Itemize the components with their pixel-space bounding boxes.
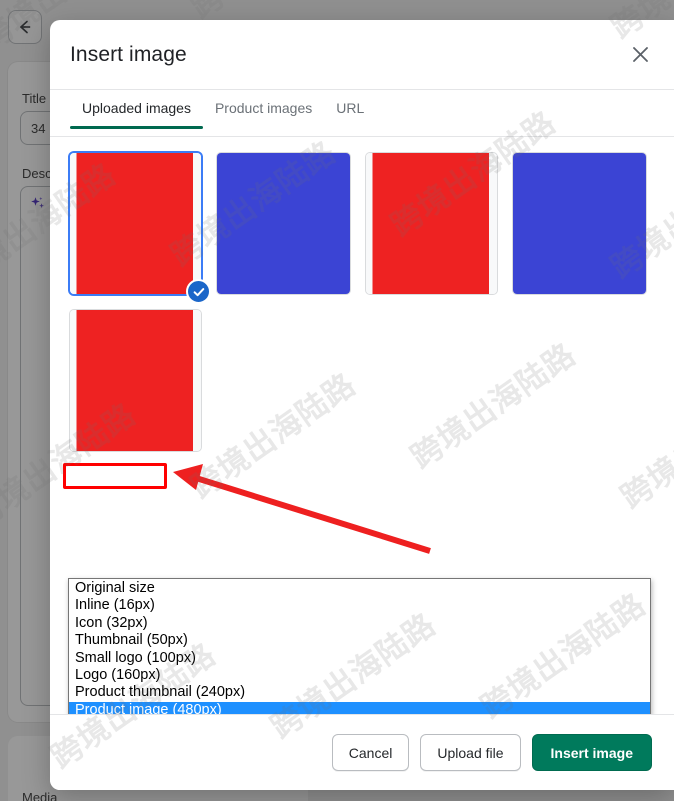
image-gallery xyxy=(50,137,674,452)
thumbnail-1[interactable] xyxy=(69,152,211,304)
tab-uploaded-images[interactable]: Uploaded images xyxy=(70,90,203,129)
thumbnail-2[interactable] xyxy=(216,152,351,295)
thumbnail-4[interactable] xyxy=(512,152,647,295)
dialog-tabs: Uploaded images Product images URL xyxy=(50,90,674,137)
dialog-header: Insert image xyxy=(50,20,674,90)
thumbnail-5[interactable] xyxy=(69,309,202,452)
size-select-dropdown[interactable]: Original size Inline (16px) Icon (32px) … xyxy=(68,578,651,714)
dialog-body: Original size Inline (16px) Icon (32px) … xyxy=(50,137,674,714)
option-product-image-480px[interactable]: Product image (480px) xyxy=(69,701,650,714)
option-original-size[interactable]: Original size xyxy=(69,580,650,597)
dialog-title: Insert image xyxy=(70,42,187,66)
close-button[interactable] xyxy=(622,37,658,73)
screen: Title 34 Desc Media Insert image Uploade… xyxy=(0,0,674,801)
insert-image-button[interactable]: Insert image xyxy=(531,734,652,771)
upload-file-button[interactable]: Upload file xyxy=(420,734,521,771)
option-product-thumbnail-240px[interactable]: Product thumbnail (240px) xyxy=(69,684,650,701)
check-icon xyxy=(193,287,204,296)
check-circle-icon xyxy=(186,279,211,304)
insert-image-dialog: Insert image Uploaded images Product ima… xyxy=(50,20,674,790)
option-thumbnail-50px[interactable]: Thumbnail (50px) xyxy=(69,632,650,649)
close-icon xyxy=(632,47,648,62)
tab-url[interactable]: URL xyxy=(324,90,376,128)
thumbnail-1-image xyxy=(70,153,201,294)
tab-product-images[interactable]: Product images xyxy=(203,90,324,128)
dialog-footer: Cancel Upload file Insert image xyxy=(50,714,674,790)
option-icon-32px[interactable]: Icon (32px) xyxy=(69,615,650,632)
option-small-logo-100px[interactable]: Small logo (100px) xyxy=(69,650,650,667)
thumbnail-3[interactable] xyxy=(365,152,498,295)
cancel-button[interactable]: Cancel xyxy=(331,734,410,771)
thumbnail-5-image xyxy=(70,310,201,451)
thumbnail-4-image xyxy=(513,153,646,294)
option-logo-160px[interactable]: Logo (160px) xyxy=(69,667,650,684)
thumbnail-2-image xyxy=(217,153,350,294)
option-inline-16px[interactable]: Inline (16px) xyxy=(69,597,650,614)
thumbnail-3-image xyxy=(366,153,497,294)
